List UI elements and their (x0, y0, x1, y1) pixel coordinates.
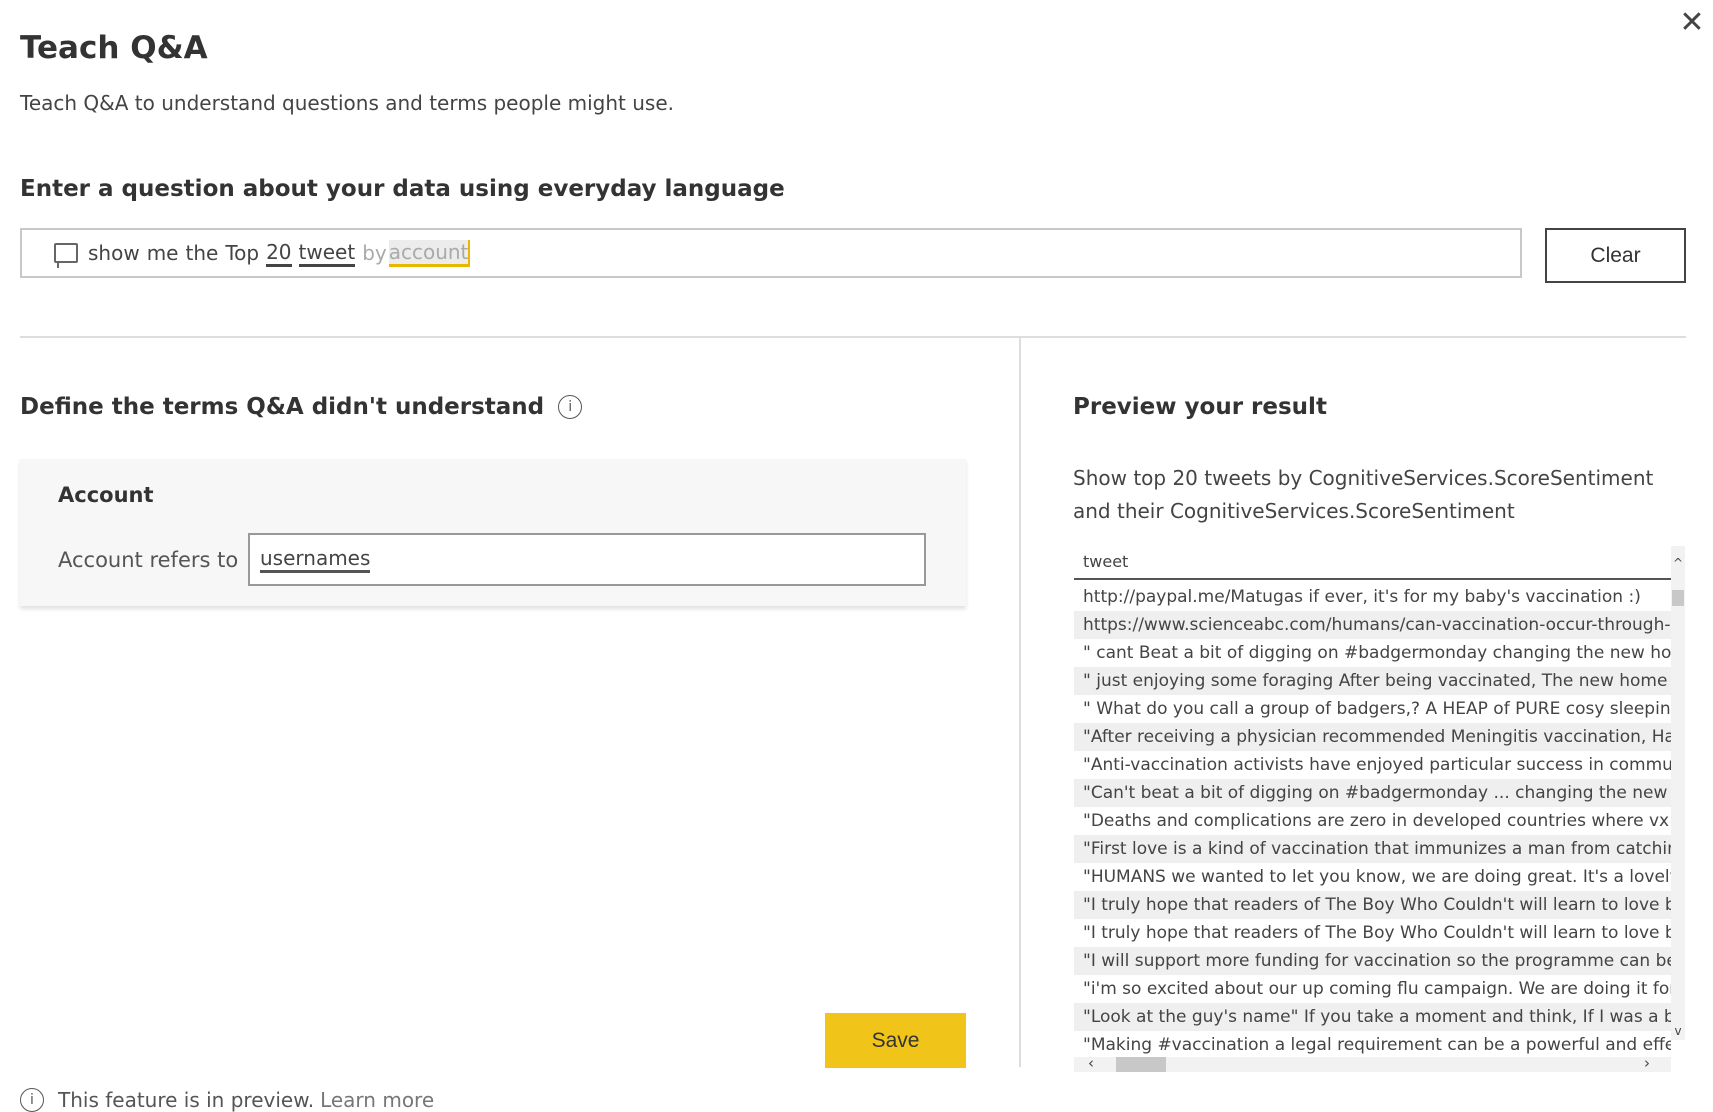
question-token: by (362, 241, 387, 265)
question-token: me (146, 241, 179, 265)
table-row[interactable]: "Anti-vaccination activists have enjoyed… (1074, 751, 1671, 779)
question-token-selected[interactable]: account (388, 239, 471, 267)
table-row[interactable]: "First love is a kind of vaccination tha… (1074, 835, 1671, 863)
result-table: tweet http://paypal.me/Matugas if ever, … (1074, 546, 1686, 1072)
clear-button[interactable]: Clear (1545, 228, 1686, 283)
question-token: the (185, 241, 219, 265)
preview-description: Show top 20 tweets by CognitiveServices.… (1073, 466, 1654, 523)
dialog-subtitle: Teach Q&A to understand questions and te… (20, 91, 675, 115)
vertical-scrollbar[interactable]: ^ v (1671, 546, 1685, 1040)
question-heading: Enter a question about your data using e… (20, 176, 785, 202)
term-card: Account Account refers to usernames (20, 459, 966, 606)
table-row[interactable]: "Look at the guy's name" If you take a m… (1074, 1003, 1671, 1031)
table-row[interactable]: " What do you call a group of badgers,? … (1074, 695, 1671, 723)
table-row[interactable]: "i'm so excited about our up coming flu … (1074, 975, 1671, 1003)
scroll-down-icon[interactable]: v (1671, 1024, 1685, 1038)
question-token: show (88, 241, 140, 265)
preview-notice: i This feature is in preview. Learn more (20, 1088, 434, 1112)
define-heading: Define the terms Q&A didn't understand i (20, 394, 583, 420)
preview-heading: Preview your result (1073, 394, 1327, 420)
table-row[interactable]: "Can't beat a bit of digging on #badgerm… (1074, 779, 1671, 807)
save-button[interactable]: Save (825, 1013, 966, 1068)
info-icon: i (20, 1088, 44, 1112)
dialog-title: Teach Q&A (20, 30, 208, 66)
table-row[interactable]: "After receiving a physician recommended… (1074, 723, 1671, 751)
table-row[interactable]: "HUMANS we wanted to let you know, we ar… (1074, 863, 1671, 891)
refers-to-value: usernames (260, 546, 371, 573)
chat-icon (54, 243, 78, 268)
table-row[interactable]: "I truly hope that readers of The Boy Wh… (1074, 919, 1671, 947)
table-row[interactable]: "Making #vaccination a legal requirement… (1074, 1031, 1671, 1059)
table-row[interactable]: " cant Beat a bit of digging on #badgerm… (1074, 639, 1671, 667)
divider (20, 336, 1686, 338)
table-row[interactable]: "Deaths and complications are zero in de… (1074, 807, 1671, 835)
table-body: http://paypal.me/Matugas if ever, it's f… (1074, 583, 1671, 1059)
column-header-tweet[interactable]: tweet (1074, 546, 1671, 580)
scrollbar-thumb[interactable] (1116, 1057, 1166, 1072)
table-row[interactable]: " just enjoying some foraging After bein… (1074, 667, 1671, 695)
scroll-right-icon[interactable]: › (1644, 1054, 1650, 1072)
divider (1019, 337, 1021, 1067)
table-row[interactable]: "I truly hope that readers of The Boy Wh… (1074, 891, 1671, 919)
table-row[interactable]: http://paypal.me/Matugas if ever, it's f… (1074, 583, 1671, 611)
scrollbar-thumb[interactable] (1672, 590, 1684, 606)
scroll-up-icon[interactable]: ^ (1671, 556, 1685, 570)
close-icon[interactable]: ✕ (1677, 8, 1707, 38)
info-icon[interactable]: i (558, 395, 583, 419)
learn-more-link[interactable]: Learn more (320, 1088, 434, 1112)
table-row[interactable]: "I will support more funding for vaccina… (1074, 947, 1671, 975)
refers-to-label: Account refers to (58, 548, 239, 572)
define-heading-text: Define the terms Q&A didn't understand (20, 394, 545, 420)
question-token-recognized: 20 (266, 240, 292, 267)
refers-to-input[interactable]: usernames (248, 533, 926, 586)
term-title: Account (58, 483, 154, 507)
horizontal-scrollbar[interactable]: ‹ › (1074, 1054, 1671, 1072)
question-input[interactable]: show me the Top 20 tweet by account (20, 228, 1522, 278)
preview-notice-text: This feature is in preview. (58, 1088, 315, 1112)
scroll-left-icon[interactable]: ‹ (1088, 1054, 1094, 1072)
question-token-recognized: tweet (298, 240, 356, 267)
question-token: Top (225, 241, 260, 265)
table-row[interactable]: https://www.scienceabc.com/humans/can-va… (1074, 611, 1671, 639)
